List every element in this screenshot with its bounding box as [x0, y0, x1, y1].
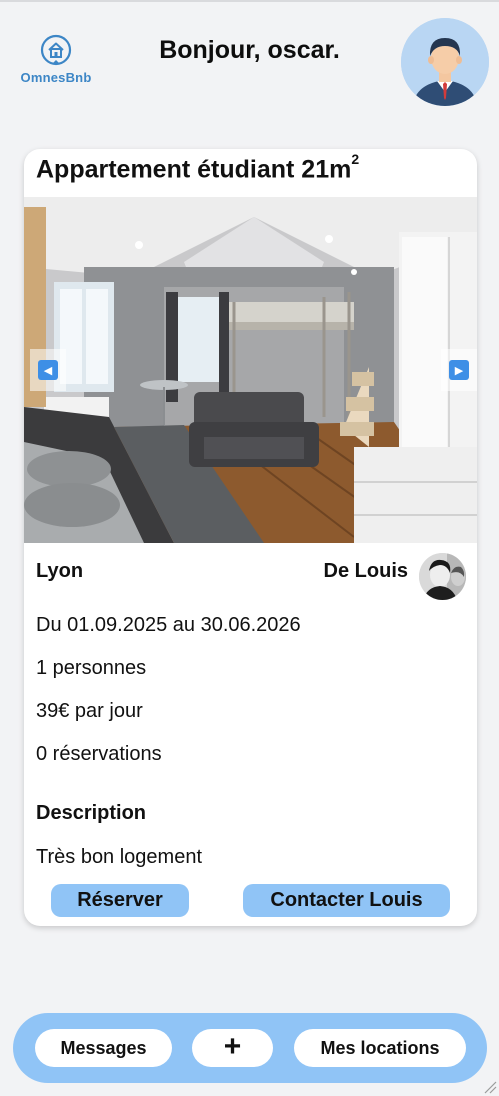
my-rentals-button[interactable]: Mes locations	[294, 1029, 466, 1067]
owner-avatar-icon	[419, 553, 466, 600]
listing-card[interactable]: Appartement étudiant 21m2 ◀ ▶ Lyon De Lo…	[24, 149, 477, 926]
description-title: Description	[36, 802, 147, 824]
resize-handle-icon[interactable]	[483, 1080, 497, 1094]
listing-photo[interactable]: ◀ ▶	[24, 197, 477, 543]
arrow-right-icon: ▶	[449, 360, 469, 380]
bottom-nav: Messages + Mes locations	[13, 1013, 487, 1083]
listing-city: Lyon	[36, 560, 84, 582]
messages-button[interactable]: Messages	[35, 1029, 172, 1067]
next-photo-button[interactable]: ▶	[441, 349, 477, 391]
top-divider	[0, 0, 499, 2]
prev-photo-button[interactable]: ◀	[30, 349, 66, 391]
contact-owner-button[interactable]: Contacter Louis	[243, 884, 450, 917]
listing-reservations: 0 réservations	[36, 743, 162, 765]
logo-text: OmnesBnb	[20, 70, 92, 85]
description-text: Très bon logement	[36, 846, 203, 868]
listing-owner: De Louis	[323, 560, 408, 582]
apartment-photo	[24, 197, 477, 543]
listing-title: Appartement étudiant 21m2	[36, 151, 360, 184]
listing-persons: 1 personnes	[36, 657, 147, 679]
listing-dates: Du 01.09.2025 au 30.06.2026	[36, 614, 301, 636]
listing-price: 39€ par jour	[36, 700, 143, 722]
add-listing-button[interactable]: +	[192, 1029, 273, 1067]
reserve-button[interactable]: Réserver	[51, 884, 189, 917]
user-avatar-icon	[401, 18, 489, 106]
user-avatar[interactable]	[401, 18, 489, 106]
arrow-left-icon: ◀	[38, 360, 58, 380]
owner-avatar[interactable]	[419, 553, 466, 600]
